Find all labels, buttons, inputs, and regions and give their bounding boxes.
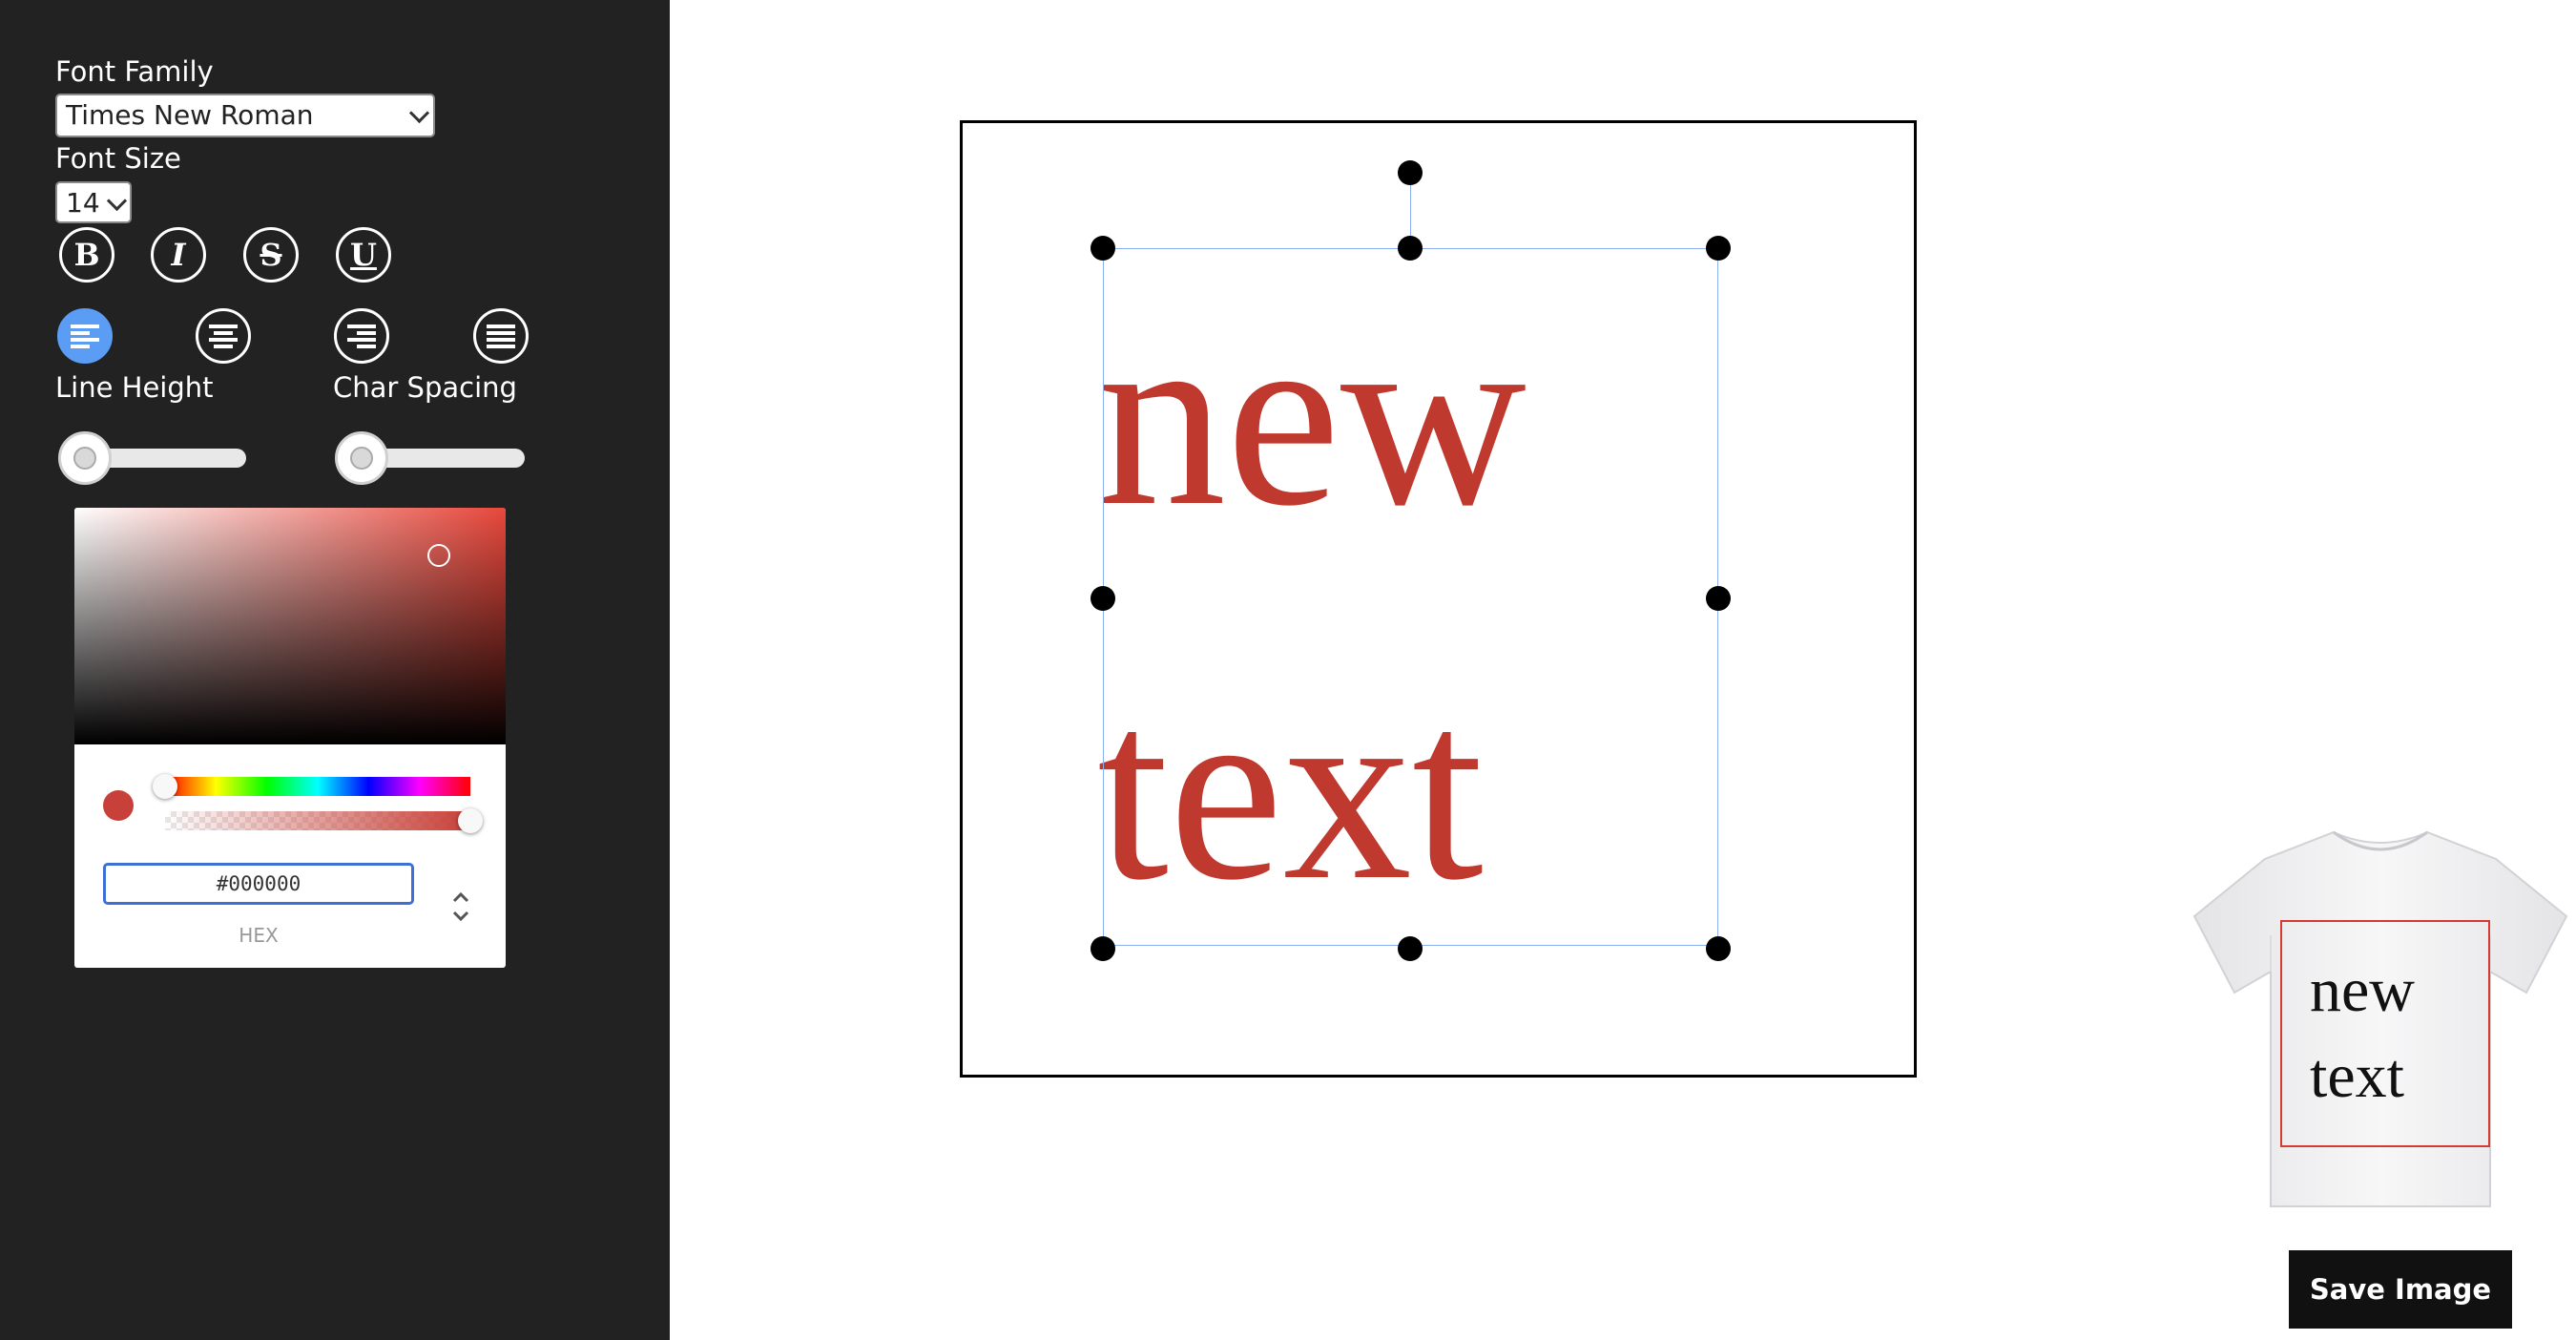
align-center-icon	[209, 325, 238, 348]
save-image-button[interactable]: Save Image	[2289, 1250, 2512, 1329]
hue-slider-thumb[interactable]	[153, 774, 177, 799]
align-right-icon	[347, 325, 376, 348]
resize-handle-bottom-left[interactable]	[1091, 936, 1115, 961]
alpha-slider-thumb[interactable]	[458, 808, 483, 833]
hex-input[interactable]: #000000	[103, 863, 414, 905]
bold-button[interactable]: B	[59, 227, 114, 283]
alpha-slider[interactable]	[165, 811, 470, 830]
color-swatch	[103, 790, 134, 821]
font-size-value: 14	[66, 187, 100, 219]
font-family-value: Times New Roman	[66, 99, 314, 131]
resize-handle-top[interactable]	[1398, 236, 1423, 261]
underline-icon: U	[350, 237, 377, 273]
selection-box[interactable]	[1103, 248, 1718, 946]
saturation-area[interactable]	[74, 508, 506, 744]
resize-handle-top-left[interactable]	[1091, 236, 1115, 261]
resize-handle-bottom-right[interactable]	[1706, 936, 1731, 961]
strikethrough-icon: S	[260, 237, 282, 273]
format-toggle-icon[interactable]	[447, 888, 475, 926]
hex-format-label: HEX	[239, 924, 279, 947]
print-area-box	[2280, 920, 2490, 1147]
editor-sidebar: Font Family Times New Roman Font Size 14…	[0, 0, 670, 1340]
chevron-down-icon	[408, 102, 430, 124]
preview-text-line1: new	[2310, 955, 2415, 1025]
font-family-label: Font Family	[55, 55, 214, 88]
strikethrough-button[interactable]: S	[243, 227, 299, 283]
resize-handle-bottom[interactable]	[1398, 936, 1423, 961]
bold-icon: B	[73, 237, 100, 273]
resize-handle-right[interactable]	[1706, 586, 1731, 611]
char-spacing-label: Char Spacing	[333, 371, 517, 404]
line-height-label: Line Height	[55, 371, 214, 404]
align-justify-button[interactable]	[473, 308, 529, 364]
resize-handle-left[interactable]	[1091, 586, 1115, 611]
font-family-select[interactable]: Times New Roman	[55, 94, 435, 137]
align-center-button[interactable]	[196, 308, 251, 364]
font-size-label: Font Size	[55, 142, 181, 175]
align-right-button[interactable]	[334, 308, 389, 364]
italic-icon: I	[171, 237, 186, 273]
align-left-icon	[71, 325, 99, 348]
rotate-handle[interactable]	[1398, 160, 1423, 185]
chevron-down-icon	[106, 190, 128, 212]
font-size-select[interactable]: 14	[55, 181, 132, 223]
resize-handle-top-right[interactable]	[1706, 236, 1731, 261]
align-left-button[interactable]	[57, 308, 113, 364]
color-picker: #000000 HEX	[74, 508, 506, 968]
saturation-cursor[interactable]	[427, 544, 450, 567]
italic-button[interactable]: I	[151, 227, 206, 283]
char-spacing-slider-thumb[interactable]	[335, 431, 388, 485]
preview-text-line2: text	[2310, 1041, 2404, 1111]
line-height-slider-thumb[interactable]	[58, 431, 112, 485]
underline-button[interactable]: U	[336, 227, 391, 283]
align-justify-icon	[487, 325, 515, 348]
hue-slider[interactable]	[165, 777, 470, 796]
